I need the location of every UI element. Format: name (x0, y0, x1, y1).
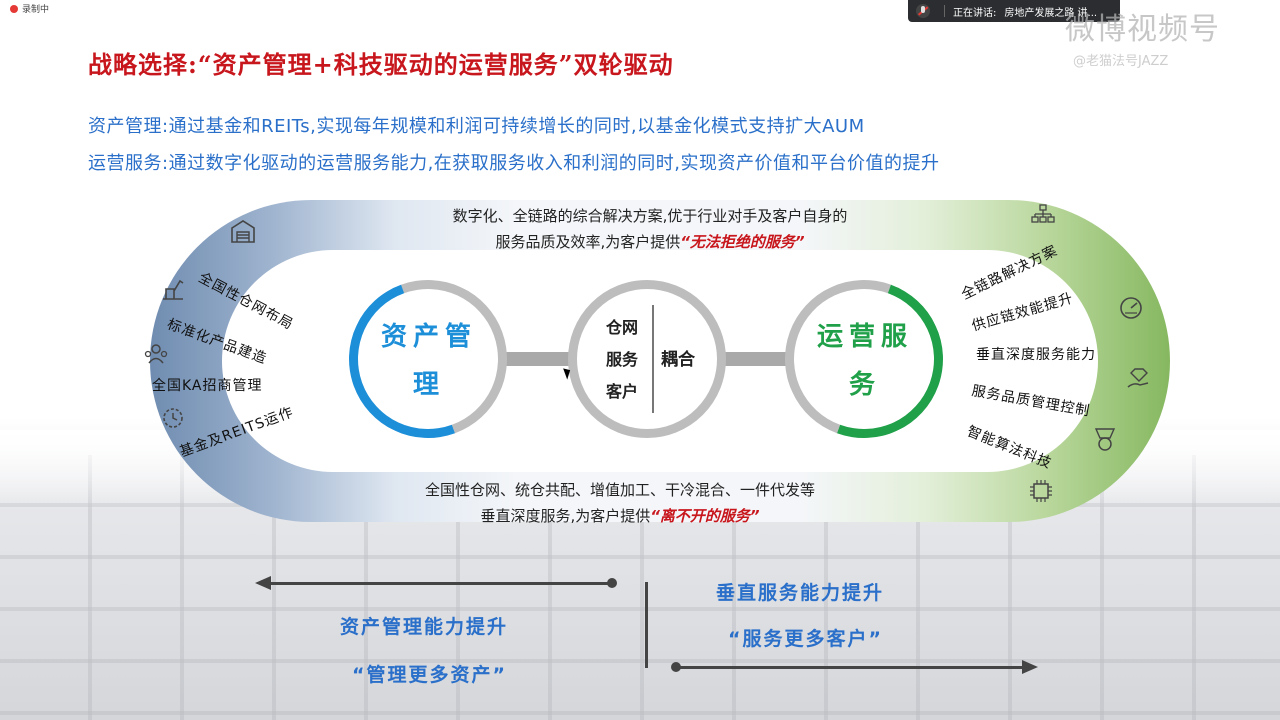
coupling-item-customer: 客户 (605, 382, 638, 401)
presentation-slide: 战略选择:“资产管理+科技驱动的运营服务”双轮驱动 资产管理:通过基金和REIT… (0, 0, 1280, 720)
bottom-caption-emphasis: “离不开的服务” (650, 507, 760, 525)
coupling-item-service: 服务 (605, 350, 638, 369)
asset-management-label: 资产管理 (380, 322, 477, 400)
coupling-item-warehouse-network: 仓网 (605, 318, 638, 337)
weibo-watermark: 微博视频号 (1065, 12, 1220, 47)
connector-left (502, 352, 572, 366)
status-divider (944, 5, 945, 17)
gauge-icon (1120, 297, 1142, 319)
coupling-items: 仓网 服务 客户 (592, 312, 652, 408)
right-arrow-line (678, 666, 1023, 669)
left-arrow-head (255, 576, 271, 590)
operation-service-statement: 运营服务:通过数字化驱动的运营服务能力,在获取服务收入和利润的同时,实现资产价值… (88, 153, 940, 174)
record-icon (10, 4, 18, 13)
medal-icon (1094, 428, 1116, 451)
top-caption-prefix: 服务品质及效率,为客户提供 (495, 233, 681, 251)
recording-indicator[interactable]: 录制中 (10, 2, 49, 15)
chip-icon (1030, 480, 1052, 502)
bottom-caption-line-1: 全国性仓网、统仓共配、增值加工、干冷混合、一件代发等 (424, 481, 815, 499)
top-caption-line-1: 数字化、全链路的综合解决方案,优于行业对手及客户自身的 (452, 207, 848, 225)
construction-icon (163, 279, 184, 300)
connector-right (722, 352, 790, 366)
left-arrow-dot (607, 578, 617, 588)
right-item-vertical-service: 垂直深度服务能力 (976, 347, 1096, 363)
org-chart-icon (1031, 204, 1055, 223)
right-arrow-head (1022, 660, 1038, 674)
left-item-ka-management: 全国KA招商管理 (152, 378, 263, 394)
asset-capability-heading: 资产管理能力提升 (340, 616, 509, 638)
operation-service-label: 运营服务 (816, 322, 913, 400)
top-caption-emphasis: “无法拒绝的服务” (680, 233, 805, 251)
hand-diamond-icon (1127, 368, 1149, 388)
warehouse-icon (231, 220, 255, 243)
service-capability-heading: 垂直服务能力提升 (716, 582, 885, 604)
people-network-icon (144, 344, 168, 364)
microphone-muted-icon[interactable] (916, 4, 930, 18)
center-separator (645, 582, 648, 668)
top-caption-line-2: 服务品质及效率,为客户提供“无法拒绝的服务” (360, 229, 940, 255)
asset-capability-quote: “管理更多资产” (352, 664, 507, 686)
coupling-label: 耦合 (661, 350, 695, 370)
gear-clock-icon (163, 408, 183, 428)
weibo-watermark-handle: @老猫法号JAZZ (1073, 54, 1169, 69)
right-arrow-dot (671, 662, 681, 672)
asset-management-statement: 资产管理:通过基金和REITs,实现每年规模和利润可持续增长的同时,以基金化模式… (88, 116, 865, 137)
slide-title: 战略选择:“资产管理+科技驱动的运营服务”双轮驱动 (88, 50, 674, 79)
speaking-label: 正在讲话: (953, 7, 997, 19)
service-capability-quote: “服务更多客户” (728, 628, 883, 650)
recording-label: 录制中 (22, 5, 50, 15)
bottom-caption-line-2: 垂直深度服务,为客户提供“离不开的服务” (330, 503, 910, 529)
coupling-divider (652, 305, 654, 413)
top-caption: 数字化、全链路的综合解决方案,优于行业对手及客户自身的 服务品质及效率,为客户提… (360, 203, 940, 255)
left-arrow-line (270, 582, 610, 585)
bottom-caption: 全国性仓网、统仓共配、增值加工、干冷混合、一件代发等 垂直深度服务,为客户提供“… (330, 477, 910, 529)
bottom-caption-prefix: 垂直深度服务,为客户提供 (480, 507, 651, 525)
